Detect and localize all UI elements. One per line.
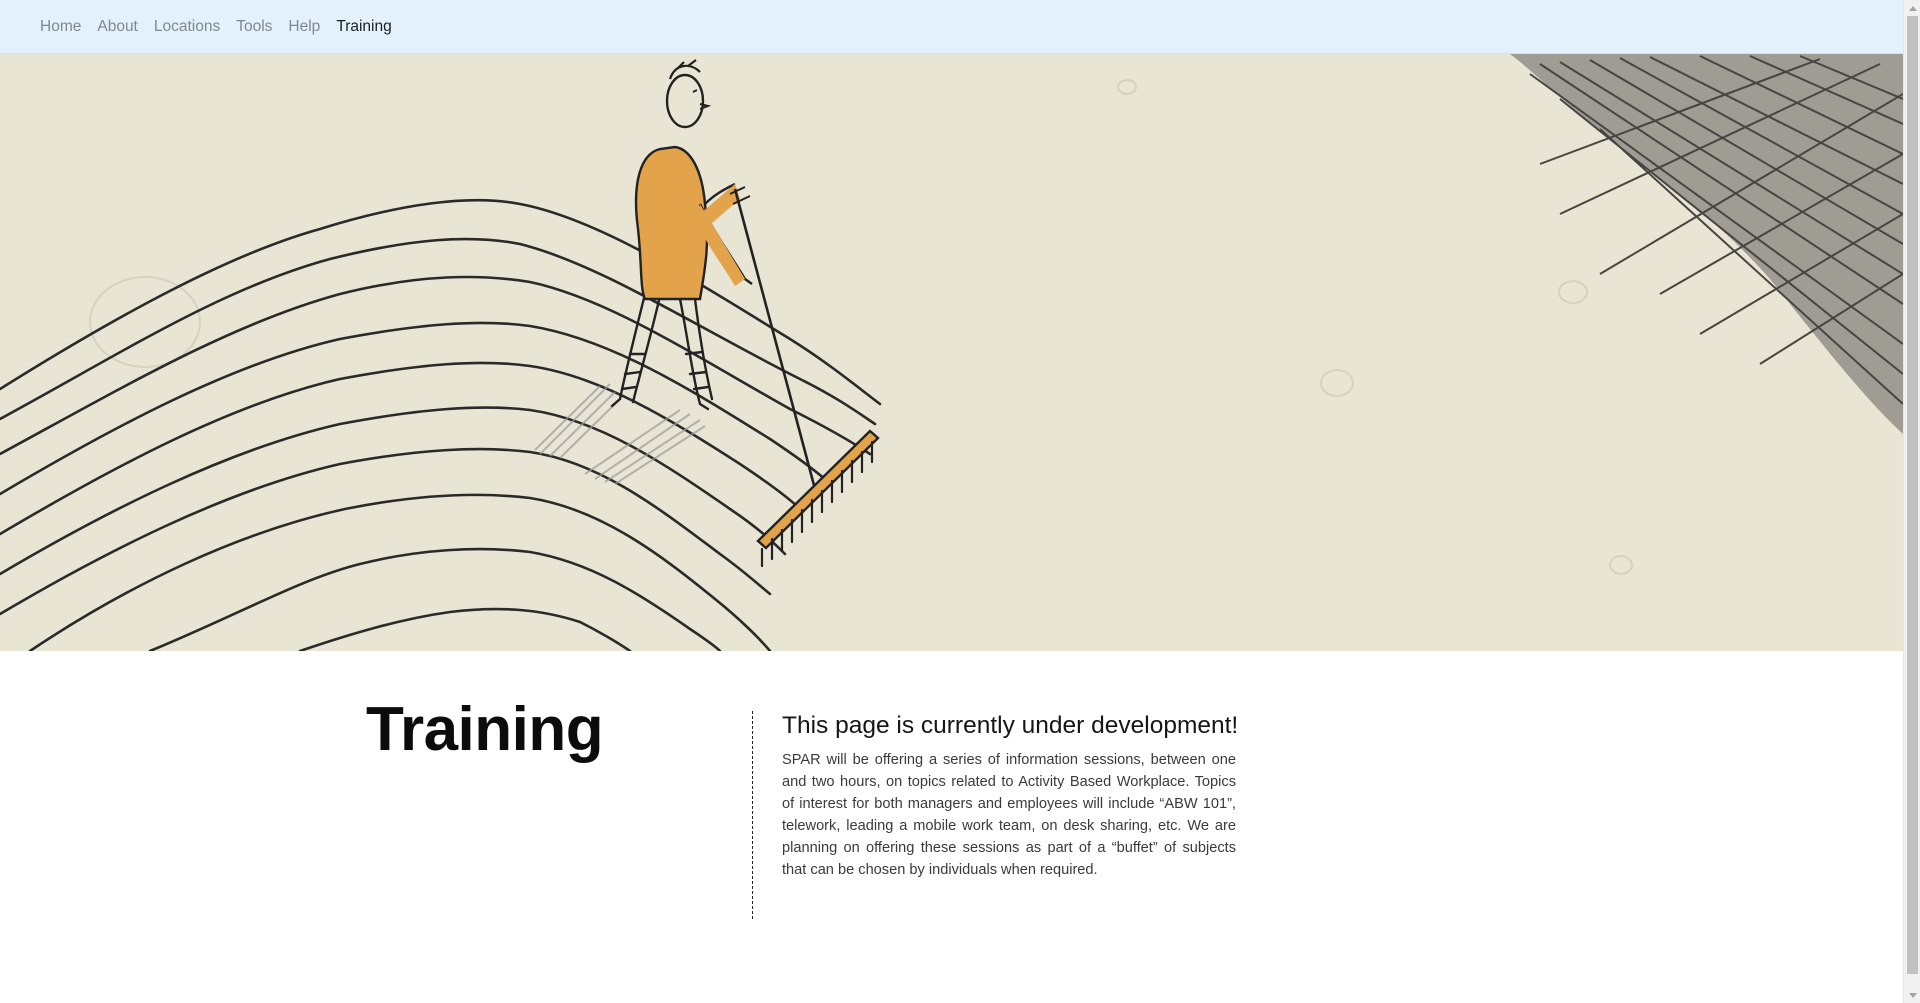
scroll-up-arrow-icon[interactable]: [1904, 0, 1920, 16]
scroll-thumb[interactable]: [1907, 16, 1918, 974]
content-section: Training This page is currently under de…: [0, 651, 1903, 1003]
main-nav: Home About Locations Tools Help Training: [40, 0, 408, 54]
navbar: Home About Locations Tools Help Training: [0, 0, 1903, 54]
hero-illustration: [0, 54, 1903, 651]
hero-banner: [0, 54, 1903, 651]
page-title: Training: [366, 695, 604, 764]
description-text: SPAR will be offering a series of inform…: [782, 752, 1236, 879]
description-column: This page is currently under development…: [782, 711, 1239, 881]
page: Home About Locations Tools Help Training: [0, 0, 1903, 1003]
nav-home[interactable]: Home: [40, 18, 81, 36]
development-notice-heading: This page is currently under development…: [782, 712, 1239, 739]
scroll-down-arrow-icon[interactable]: [1904, 987, 1920, 1003]
section-divider: [752, 711, 753, 919]
nav-locations[interactable]: Locations: [154, 18, 220, 36]
nav-help[interactable]: Help: [288, 18, 320, 36]
vertical-scrollbar[interactable]: [1903, 0, 1920, 1003]
nav-tools[interactable]: Tools: [236, 18, 272, 36]
nav-training[interactable]: Training: [336, 18, 391, 36]
nav-about[interactable]: About: [97, 18, 138, 36]
